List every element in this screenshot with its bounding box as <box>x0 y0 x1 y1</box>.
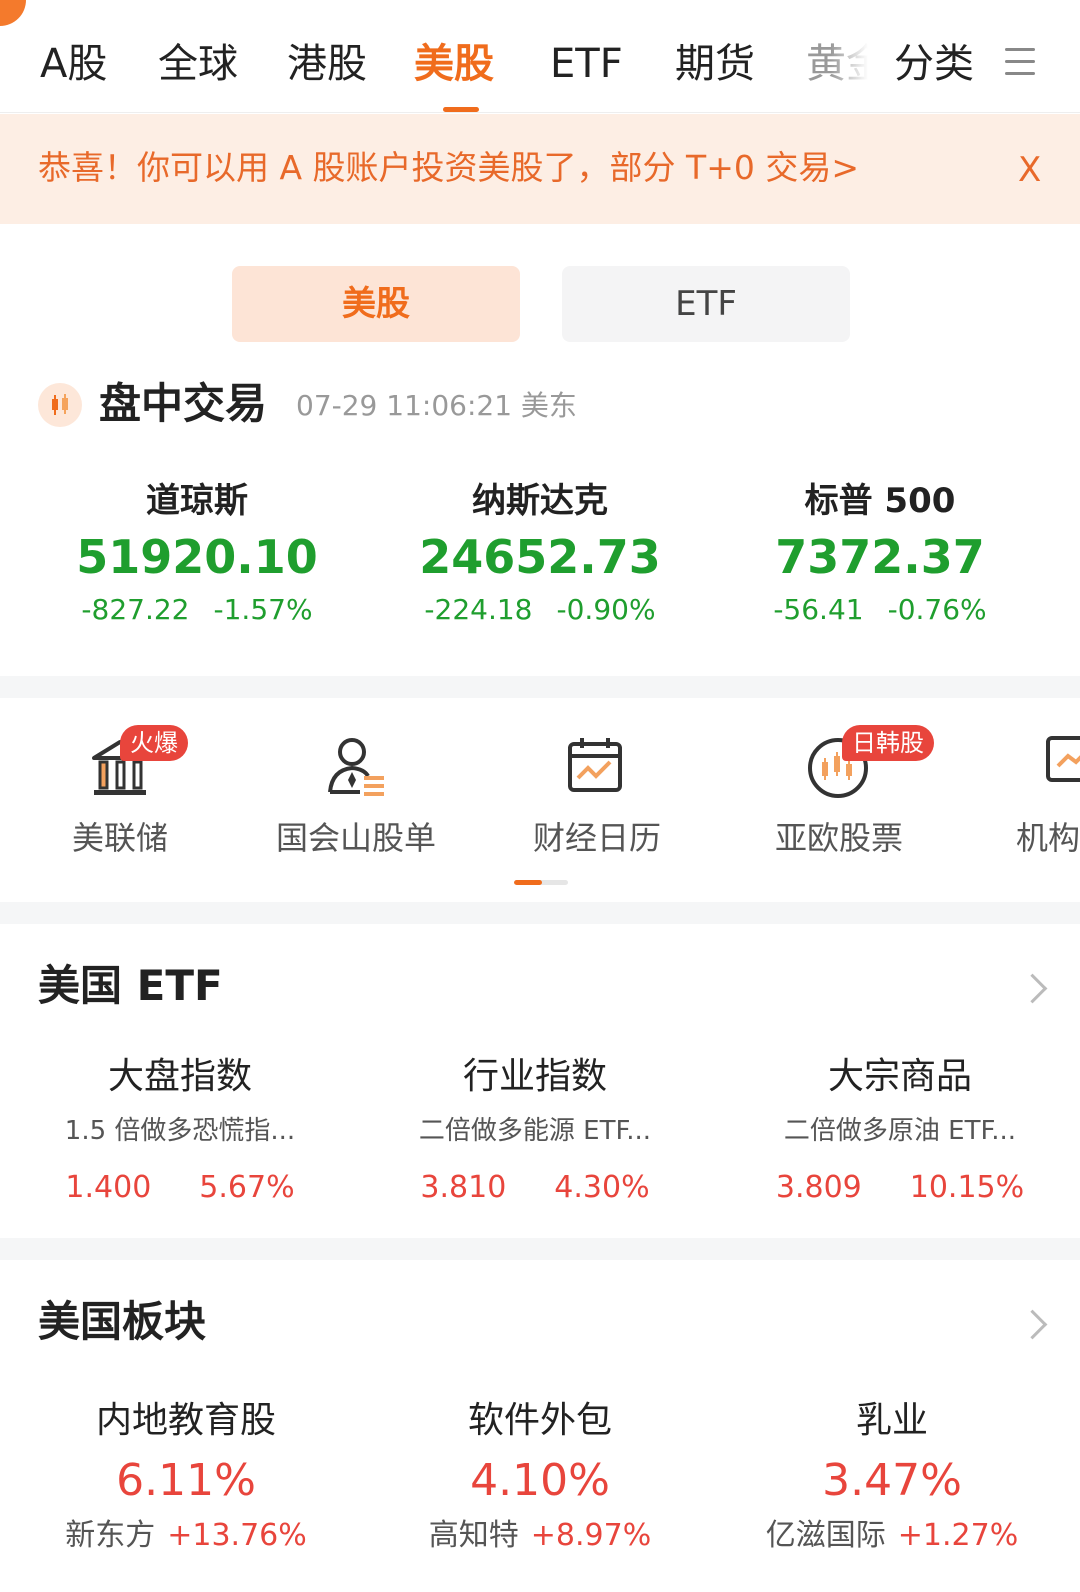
tab-global[interactable]: 全球 <box>158 36 238 92</box>
promo-banner-text[interactable]: 恭喜！你可以用 A 股账户投资美股了，部分 T+0 交易> <box>38 144 859 192</box>
monitor-chart-icon[interactable] <box>1044 732 1080 802</box>
banner-close-button[interactable]: X <box>1018 150 1041 190</box>
leader-change: +8.97% <box>530 1518 652 1553</box>
shortcut-label-asia-europe[interactable]: 亚欧股票 <box>739 816 939 860</box>
section-divider <box>0 1238 1080 1260</box>
change-points: -224.18 <box>424 593 533 626</box>
sector-name[interactable]: 乳业 <box>712 1396 1072 1446</box>
sector-leader[interactable]: 新东方 +13.76% <box>6 1516 366 1556</box>
index-change-nasdaq: -224.18 -0.90% <box>360 592 720 628</box>
calendar-chart-icon[interactable] <box>562 732 632 802</box>
leader-change: +1.27% <box>897 1518 1019 1553</box>
etf-price: 1.400 <box>65 1170 152 1205</box>
index-value-sp500[interactable]: 7372.37 <box>700 526 1060 588</box>
leader-name: 新东方 <box>65 1518 156 1553</box>
tab-a-shares[interactable]: A股 <box>40 36 107 92</box>
index-name-nasdaq[interactable]: 纳斯达克 <box>360 478 720 524</box>
shortcut-label-fed[interactable]: 美联储 <box>20 816 220 860</box>
leader-name: 亿滋国际 <box>765 1518 886 1553</box>
etf-category[interactable]: 行业指数 <box>355 1052 715 1102</box>
badge-japan-korea: 日韩股 <box>842 725 934 761</box>
us-sectors-title[interactable]: 美国板块 <box>38 1294 206 1350</box>
shortcuts-scroll-indicator <box>514 880 568 885</box>
tab-gold[interactable]: 黄金 <box>806 36 868 92</box>
leader-name: 高知特 <box>428 1518 519 1553</box>
sector-percent[interactable]: 6.11% <box>6 1452 366 1510</box>
shortcut-label-congress[interactable]: 国会山股单 <box>256 816 456 860</box>
etf-percent: 5.67% <box>199 1170 295 1205</box>
etf-price: 3.810 <box>420 1170 507 1205</box>
change-percent: -0.90% <box>556 593 656 626</box>
shortcut-label-calendar[interactable]: 财经日历 <box>497 816 697 860</box>
index-change-sp500: -56.41 -0.76% <box>700 592 1060 628</box>
segment-etf[interactable]: ETF <box>562 266 850 342</box>
index-name-sp500[interactable]: 标普 500 <box>700 478 1060 524</box>
tab-futures[interactable]: 期货 <box>675 36 755 92</box>
chevron-right-icon[interactable] <box>1017 973 1048 1004</box>
trading-timestamp: 07-29 11:06:21 美东 <box>296 389 577 422</box>
change-percent: -0.76% <box>887 593 987 626</box>
tab-category[interactable]: 分类 <box>894 36 974 92</box>
etf-percent: 10.15% <box>909 1170 1025 1205</box>
candlestick-icon <box>38 383 82 427</box>
tab-hk-stocks[interactable]: 港股 <box>287 36 367 92</box>
index-name-dow[interactable]: 道琼斯 <box>17 478 377 524</box>
etf-quote[interactable]: 3.810 4.30% <box>355 1168 715 1208</box>
person-list-icon[interactable] <box>324 732 394 802</box>
index-value-nasdaq[interactable]: 24652.73 <box>360 526 720 588</box>
etf-quote[interactable]: 1.400 5.67% <box>0 1168 360 1208</box>
sector-name[interactable]: 软件外包 <box>360 1396 720 1446</box>
tab-etf[interactable]: ETF <box>550 36 623 92</box>
shortcut-label-institutions[interactable]: 机构 <box>1016 816 1080 860</box>
section-divider <box>0 676 1080 698</box>
us-etf-title[interactable]: 美国 ETF <box>38 958 223 1014</box>
section-divider <box>0 902 1080 924</box>
sector-name[interactable]: 内地教育股 <box>6 1396 366 1446</box>
change-percent: -1.57% <box>213 593 313 626</box>
sector-leader[interactable]: 亿滋国际 +1.27% <box>712 1516 1072 1556</box>
tab-us-stocks[interactable]: 美股 <box>414 36 494 92</box>
etf-category[interactable]: 大宗商品 <box>720 1052 1080 1102</box>
leader-change: +13.76% <box>167 1518 307 1553</box>
segment-us-stocks[interactable]: 美股 <box>232 266 520 342</box>
sector-percent[interactable]: 4.10% <box>360 1452 720 1510</box>
change-points: -827.22 <box>81 593 190 626</box>
etf-name[interactable]: 二倍做多原油 ETF... <box>720 1113 1080 1149</box>
chevron-right-icon[interactable] <box>1017 1309 1048 1340</box>
trading-session-title: 盘中交易 <box>99 379 268 428</box>
etf-quote[interactable]: 3.809 10.15% <box>720 1168 1080 1208</box>
active-tab-indicator <box>443 107 479 112</box>
sector-percent[interactable]: 3.47% <box>712 1452 1072 1510</box>
etf-price: 3.809 <box>775 1170 862 1205</box>
menu-icon[interactable] <box>1005 48 1035 76</box>
etf-percent: 4.30% <box>554 1170 650 1205</box>
sector-leader[interactable]: 高知特 +8.97% <box>360 1516 720 1556</box>
etf-category[interactable]: 大盘指数 <box>0 1052 360 1102</box>
etf-name[interactable]: 二倍做多能源 ETF... <box>355 1113 715 1149</box>
badge-hot: 火爆 <box>120 725 188 761</box>
etf-name[interactable]: 1.5 倍做多恐慌指... <box>0 1113 360 1149</box>
change-points: -56.41 <box>773 593 864 626</box>
index-value-dow[interactable]: 51920.10 <box>17 526 377 588</box>
index-change-dow: -827.22 -1.57% <box>17 592 377 628</box>
